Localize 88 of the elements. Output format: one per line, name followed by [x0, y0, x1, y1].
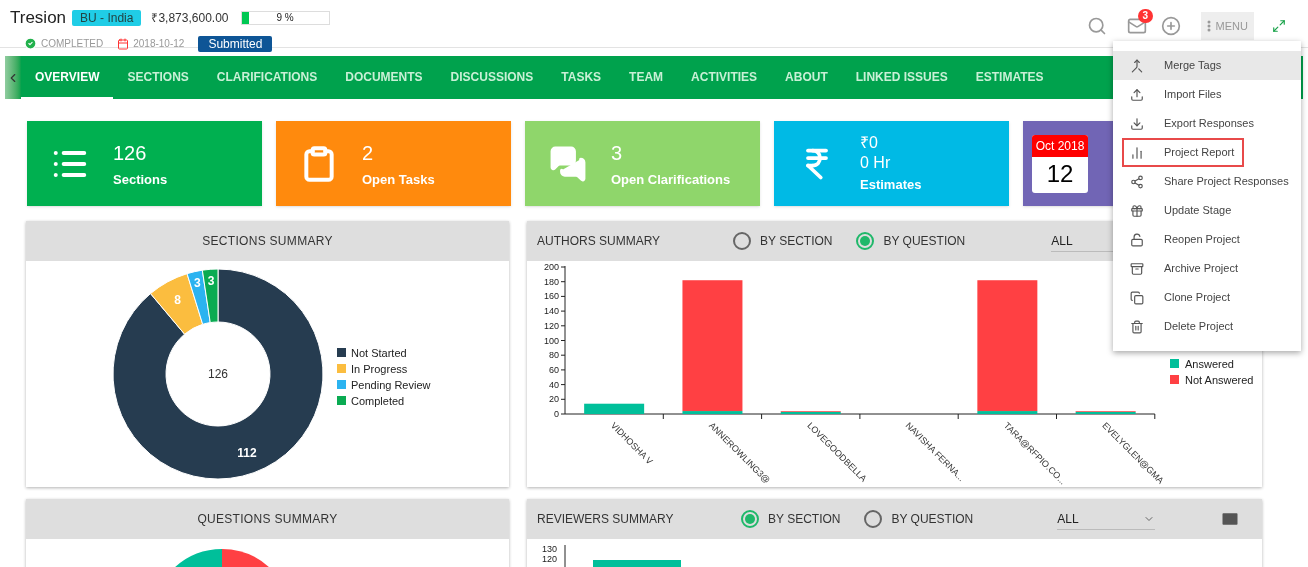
stat-label: Sections — [113, 170, 168, 189]
y-tick-label: 120 — [541, 554, 557, 564]
stat-value: 126 — [113, 140, 148, 166]
menu-item[interactable]: Project Report — [1113, 138, 1301, 167]
slice-value: 3 — [193, 276, 201, 291]
due-date: 2018-10-12 — [133, 37, 185, 51]
search-icon[interactable] — [1086, 16, 1107, 36]
y-tick-label: 180 — [543, 276, 559, 287]
radio-option[interactable]: BY QUESTION — [856, 232, 966, 250]
radio-option[interactable]: BY QUESTION — [864, 510, 974, 528]
merge-icon — [1130, 58, 1144, 73]
menu-item[interactable]: Merge Tags — [1113, 51, 1301, 80]
add-circle-icon[interactable] — [1160, 16, 1181, 36]
menu-item-body: Export Responses — [1122, 109, 1264, 138]
donut-center-total: 126 — [208, 367, 228, 381]
progress-label: 9 % — [275, 11, 295, 24]
status-label: COMPLETED — [41, 37, 104, 51]
legend-label: Pending Review — [351, 379, 431, 391]
panel-title: AUTHORS SUMMARY — [537, 233, 662, 250]
y-tick-label: 60 — [549, 364, 559, 375]
notification-count: 3 — [1137, 9, 1154, 23]
calendar-day: 12 — [1046, 156, 1074, 191]
project-amount: ₹3,873,600.00 — [151, 9, 229, 27]
y-tick-label: 120 — [543, 320, 559, 331]
download-icon — [1130, 116, 1144, 131]
unlocked-padlock-icon — [1130, 232, 1144, 247]
bar-chart-icon — [1130, 145, 1144, 160]
radio-option[interactable]: BY SECTION — [741, 510, 841, 528]
legend-label: Completed — [351, 395, 405, 407]
legend-label: In Progress — [351, 363, 408, 375]
stat-value: 2 — [362, 140, 375, 166]
slice-value: 112 — [237, 446, 257, 461]
y-tick-label: 100 — [543, 335, 559, 346]
share-icon — [1130, 174, 1144, 189]
scroll-left-button[interactable] — [5, 56, 21, 99]
check-circle-icon — [24, 37, 37, 50]
gift-box-icon — [1130, 203, 1144, 218]
menu-item-body: Delete Project — [1122, 312, 1244, 341]
menu-item[interactable]: Delete Project — [1113, 312, 1301, 341]
stat-value: ₹0 — [860, 132, 879, 153]
legend-label: Not Answered — [1185, 374, 1254, 386]
menu-item-body: Import Files — [1122, 80, 1232, 109]
y-tick-label: 130 — [541, 544, 557, 554]
panel-title: QUESTIONS SUMMARY — [197, 511, 338, 528]
menu-item-body: Project Report — [1122, 138, 1245, 167]
slice-value: 3 — [207, 274, 215, 289]
chat-bubbles-icon — [549, 144, 587, 183]
y-tick-label: 0 — [554, 409, 559, 419]
filter-dropdown[interactable]: ALL — [1057, 508, 1156, 530]
y-tick-label: 80 — [549, 350, 559, 361]
panel-title: SECTIONS SUMMARY — [202, 233, 333, 250]
copy-icon — [1130, 290, 1144, 305]
menu-item-body: Update Stage — [1122, 196, 1242, 225]
stat-hours: 0 Hr — [860, 152, 892, 173]
radio-option[interactable]: BY SECTION — [733, 232, 833, 250]
legend-label: Answered — [1185, 358, 1234, 370]
stage-badge: Submitted — [198, 35, 273, 52]
menu-item[interactable]: Update Stage — [1113, 196, 1301, 225]
menu-item-body: Merge Tags — [1122, 51, 1232, 80]
stat-label: Estimates — [860, 175, 922, 194]
stat-label: Open Clarifications — [611, 170, 731, 189]
y-tick-label: 20 — [549, 394, 559, 405]
menu-item[interactable]: Import Files — [1113, 80, 1301, 109]
menu-item[interactable]: Export Responses — [1113, 109, 1301, 138]
legend-label: Not Started — [351, 347, 407, 359]
business-unit-badge: BU - India — [72, 9, 142, 26]
stat-label: Open Tasks — [362, 170, 435, 189]
y-tick-label: 40 — [549, 379, 559, 390]
calendar-icon — [117, 37, 130, 50]
y-tick-label: 140 — [543, 306, 559, 317]
upload-icon — [1130, 87, 1144, 102]
panel-title: REVIEWERS SUMMARY — [537, 511, 675, 528]
slice-value: 8 — [174, 292, 181, 307]
menu-item-body: Archive Project — [1122, 254, 1248, 283]
bar-segment — [584, 403, 645, 414]
menu-item[interactable]: Clone Project — [1113, 283, 1301, 312]
y-tick-label: 160 — [543, 291, 559, 302]
menu-item-body: Clone Project — [1122, 283, 1241, 312]
calendar-month: Oct 2018 — [1032, 134, 1088, 157]
trash-icon — [1130, 319, 1144, 334]
stat-value: 3 — [611, 140, 624, 166]
expand-icon[interactable] — [1272, 19, 1286, 33]
menu-item[interactable]: Reopen Project — [1113, 225, 1301, 254]
vertical-dots-icon — [1206, 20, 1211, 32]
menu-item[interactable]: Archive Project — [1113, 254, 1301, 283]
y-tick-label: 200 — [543, 262, 559, 272]
project-title: Tresion — [10, 7, 67, 29]
archive-box-icon — [1130, 261, 1144, 276]
